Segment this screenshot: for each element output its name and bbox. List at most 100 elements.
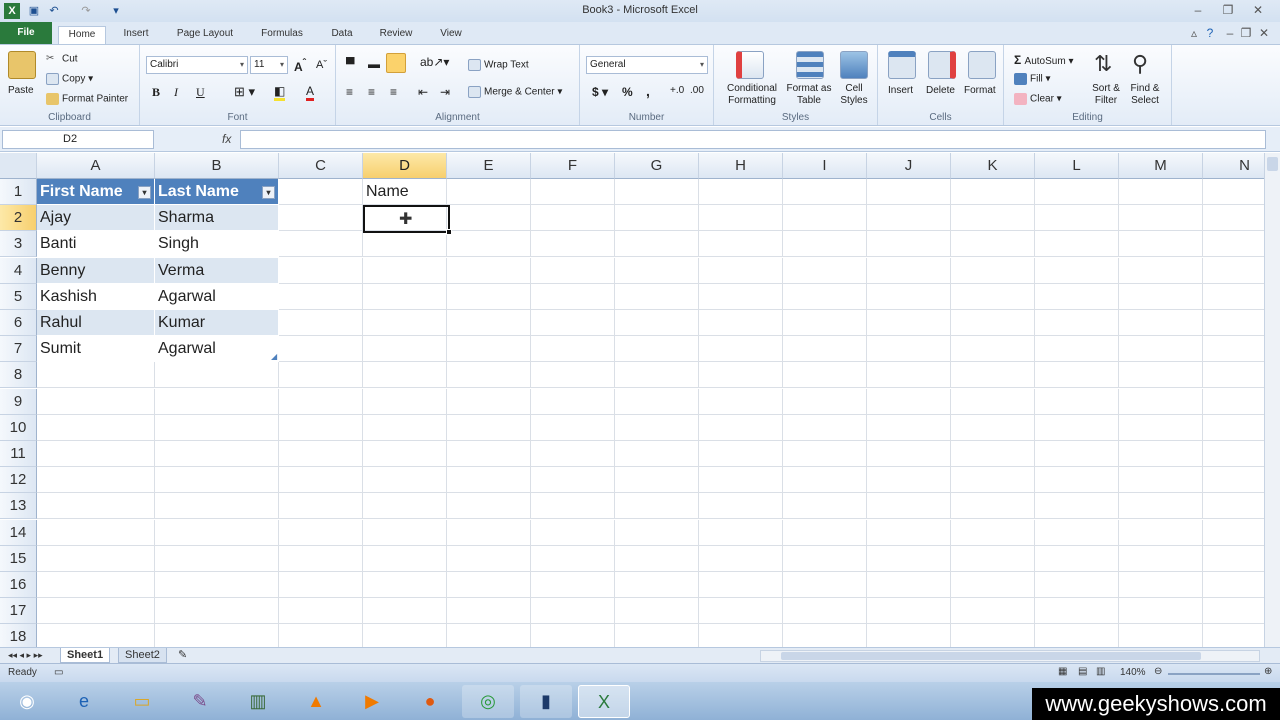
cell-c18[interactable] <box>279 624 363 647</box>
cell-m8[interactable] <box>1119 362 1203 389</box>
cell-e14[interactable] <box>447 519 531 546</box>
cell-g12[interactable] <box>615 467 699 494</box>
cell-m3[interactable] <box>1119 231 1203 258</box>
cell-a18[interactable] <box>37 624 155 647</box>
cell-m10[interactable] <box>1119 414 1203 441</box>
cell-c10[interactable] <box>279 414 363 441</box>
select-all-corner[interactable] <box>0 153 37 179</box>
cell-d15[interactable] <box>363 545 447 572</box>
column-header-d[interactable]: D <box>363 153 447 179</box>
number-format-dropdown[interactable]: General ▾ <box>586 56 708 74</box>
decrease-decimal-icon[interactable]: .00 <box>690 85 704 96</box>
align-center-icon[interactable]: ≡ <box>368 85 375 99</box>
cell-e10[interactable] <box>447 414 531 441</box>
cell-j1[interactable] <box>867 179 951 205</box>
formula-input[interactable] <box>240 130 1266 149</box>
horizontal-scroll-thumb[interactable] <box>781 652 1201 660</box>
macro-record-icon[interactable]: ▭ <box>54 667 63 678</box>
table-cell[interactable]: Verma <box>155 257 279 284</box>
excel-taskbar-icon[interactable]: X <box>578 685 630 718</box>
cell-m15[interactable] <box>1119 545 1203 572</box>
cell-n8[interactable] <box>1203 362 1264 389</box>
cell-m16[interactable] <box>1119 572 1203 598</box>
internet-explorer-icon[interactable]: e <box>58 685 110 718</box>
cell-m1[interactable] <box>1119 179 1203 205</box>
firefox-icon[interactable]: ● <box>404 685 456 718</box>
cell-i1[interactable] <box>783 179 867 205</box>
paint-icon[interactable]: ✎ <box>174 685 226 718</box>
cell-c4[interactable] <box>279 257 363 284</box>
cell-d9[interactable] <box>363 388 447 415</box>
cell-k6[interactable] <box>951 310 1035 336</box>
row-header-13[interactable]: 13 <box>0 493 37 520</box>
fill-handle[interactable] <box>446 229 452 235</box>
cell-n13[interactable] <box>1203 493 1264 520</box>
zoom-out-icon[interactable]: ⊖ <box>1154 666 1162 677</box>
align-middle-icon[interactable]: ▬ <box>368 57 380 71</box>
cell-h17[interactable] <box>699 598 783 625</box>
shrink-font-icon[interactable]: Aˇ <box>316 59 327 71</box>
tab-data[interactable]: Data <box>320 26 364 44</box>
cell-g7[interactable] <box>615 336 699 363</box>
table-cell[interactable]: Sumit <box>37 336 155 363</box>
table-cell[interactable]: Rahul <box>37 310 155 336</box>
cell-j8[interactable] <box>867 362 951 389</box>
cell-b17[interactable] <box>155 598 279 625</box>
sheet-nav-arrows[interactable]: ◂◂ ◂ ▸ ▸▸ <box>2 648 49 663</box>
cell-e15[interactable] <box>447 545 531 572</box>
cell-c15[interactable] <box>279 545 363 572</box>
tab-file[interactable]: File <box>0 22 52 44</box>
cell-k7[interactable] <box>951 336 1035 363</box>
cell-i16[interactable] <box>783 572 867 598</box>
doc-close-icon[interactable]: ✕ <box>1254 25 1274 41</box>
row-header-6[interactable]: 6 <box>0 310 37 336</box>
cell-d3[interactable] <box>363 231 447 258</box>
cell-m5[interactable] <box>1119 283 1203 310</box>
cell-a10[interactable] <box>37 414 155 441</box>
cell-k11[interactable] <box>951 441 1035 467</box>
cell-n6[interactable] <box>1203 310 1264 336</box>
cell-j11[interactable] <box>867 441 951 467</box>
cell-n3[interactable] <box>1203 231 1264 258</box>
active-cell-d2[interactable]: ✚ <box>363 205 452 235</box>
cell-h1[interactable] <box>699 179 783 205</box>
cell-c7[interactable] <box>279 336 363 363</box>
cell-f6[interactable] <box>531 310 615 336</box>
cell-l7[interactable] <box>1035 336 1119 363</box>
row-header-2[interactable]: 2 <box>0 205 37 232</box>
cell-d17[interactable] <box>363 598 447 625</box>
cell-e4[interactable] <box>447 257 531 284</box>
row-header-1[interactable]: 1 <box>0 179 37 205</box>
cell-f18[interactable] <box>531 624 615 647</box>
tab-review[interactable]: Review <box>372 26 420 44</box>
cell-d5[interactable] <box>363 283 447 310</box>
cell-n7[interactable] <box>1203 336 1264 363</box>
cell-k12[interactable] <box>951 467 1035 494</box>
cell-d12[interactable] <box>363 467 447 494</box>
cell-i2[interactable] <box>783 205 867 232</box>
cell-m13[interactable] <box>1119 493 1203 520</box>
column-header-i[interactable]: I <box>783 153 867 179</box>
orientation-icon[interactable]: ab↗▾ <box>420 55 449 69</box>
cell-k18[interactable] <box>951 624 1035 647</box>
cell-e1[interactable] <box>447 179 531 205</box>
cell-h4[interactable] <box>699 257 783 284</box>
cell-k15[interactable] <box>951 545 1035 572</box>
table-cell[interactable]: Agarwal <box>155 336 279 363</box>
cell-j17[interactable] <box>867 598 951 625</box>
cell-a15[interactable] <box>37 545 155 572</box>
column-header-l[interactable]: L <box>1035 153 1119 179</box>
increase-decimal-icon[interactable]: +.0 <box>670 85 684 96</box>
cell-m2[interactable] <box>1119 205 1203 232</box>
cell-i9[interactable] <box>783 388 867 415</box>
row-header-14[interactable]: 14 <box>0 519 37 546</box>
cell-i6[interactable] <box>783 310 867 336</box>
row-header-18[interactable]: 18 <box>0 624 37 647</box>
table-cell[interactable]: Agarwal <box>155 283 279 310</box>
cell-k4[interactable] <box>951 257 1035 284</box>
cell-l12[interactable] <box>1035 467 1119 494</box>
sort-filter-icon[interactable]: ⇅ <box>1094 51 1112 77</box>
cell-e6[interactable] <box>447 310 531 336</box>
cell-j18[interactable] <box>867 624 951 647</box>
cell-a17[interactable] <box>37 598 155 625</box>
